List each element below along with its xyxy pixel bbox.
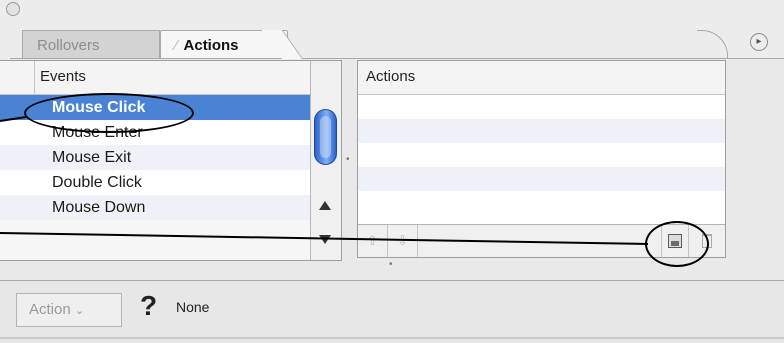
action-dropdown[interactable]: Action ⌄ xyxy=(16,293,122,327)
tab-actions-label: Actions xyxy=(183,37,239,54)
tab-grip-icon: ⁄ xyxy=(175,37,178,54)
action-status-text: None xyxy=(176,299,210,315)
chevron-down-icon: ⌄ xyxy=(74,305,84,317)
callout-line-mouse-click xyxy=(0,116,27,122)
action-dropdown-label: Action xyxy=(29,301,71,318)
callout-line-save xyxy=(0,232,649,245)
tab-actions[interactable]: ⁄ Actions xyxy=(160,30,288,58)
footer-bottom-divider xyxy=(0,337,784,339)
help-icon: ? xyxy=(140,290,158,321)
panel-footer: Action ⌄ ? None xyxy=(0,281,784,343)
